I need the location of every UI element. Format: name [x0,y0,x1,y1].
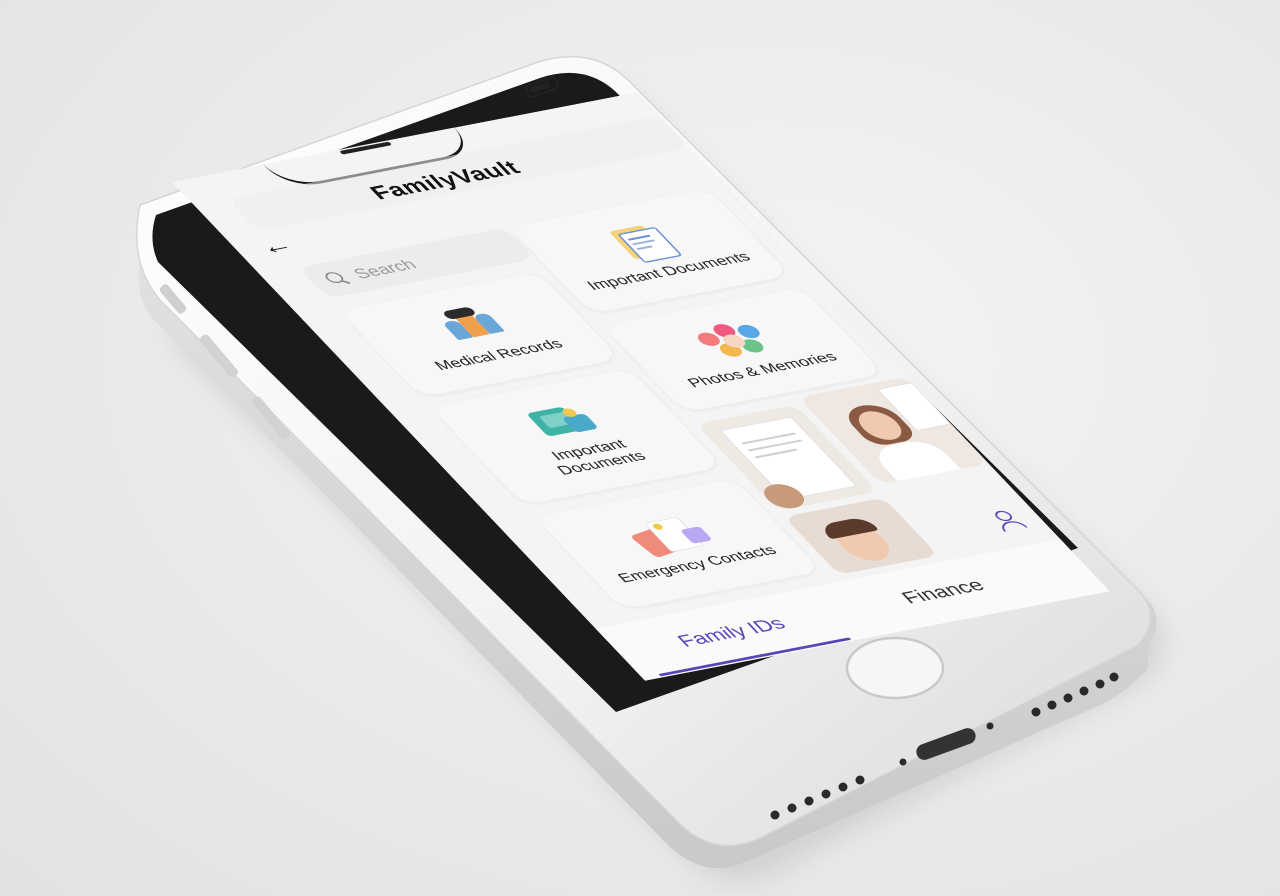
search-icon [322,270,352,286]
scene: FamilyVault ← Medical Records [0,0,1280,896]
tab-label: Family IDs [671,613,791,651]
category-label: Medical Records [430,336,567,373]
tab-label: Finance [895,574,990,607]
folder-icon [516,398,607,444]
contacts-icon [615,510,723,559]
family-icon [425,302,516,348]
documents-icon [595,219,686,265]
photos-icon [685,316,784,364]
home-button[interactable] [845,636,945,700]
category-label: Photos & Memories [683,349,841,391]
